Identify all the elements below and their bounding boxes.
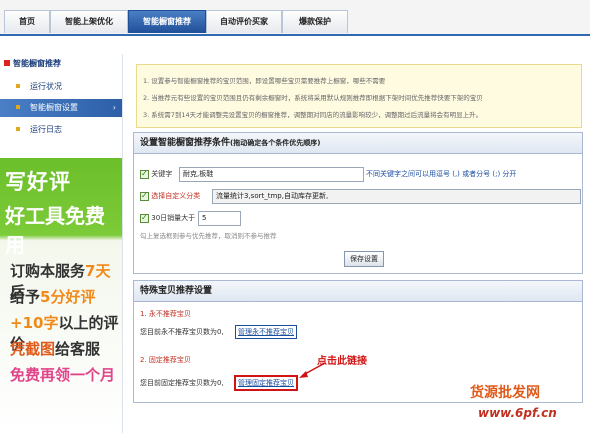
promo-banner[interactable]: 写好评 好工具免费用 订购本服务7天后 给予5分好评 +10字以上的评价 凭截图… <box>0 158 122 433</box>
top-nav: 首页 智能上架优化 智能橱窗推荐 自动评价买家 爆款保护 <box>0 0 590 36</box>
keyword-hint: 不同关键字之间可以用逗号 (,) 或者分号 (;) 分开 <box>366 170 517 178</box>
promo-line: 免费再领一个月 <box>10 366 116 384</box>
sidebar-item-window-settings[interactable]: 智能橱窗设置 › <box>0 99 122 117</box>
tip-line: 1. 设置参与智能橱窗推荐的宝贝范围，即设置哪些宝贝需要推荐上橱窗，哪些不需要 <box>143 77 386 85</box>
promo-line: 凭截图给客服 <box>10 340 101 358</box>
watermark-brand: 货源批发网 <box>470 385 540 401</box>
manage-never-link[interactable]: 管理永不推荐宝贝 <box>235 325 297 339</box>
tab-hot-protect[interactable]: 爆款保护 <box>282 10 348 33</box>
sidebar-title-text: 智能橱窗推荐 <box>13 59 61 68</box>
tab-auto-review[interactable]: 自动评价买家 <box>206 10 282 33</box>
category-input[interactable]: 流量统计3,sort_tmp,自动库存更新, <box>212 189 581 204</box>
save-settings-button[interactable]: 保存设置 <box>344 251 384 267</box>
sales-row: 30日销量大于 <box>140 211 195 225</box>
keyword-checkbox[interactable] <box>140 167 149 181</box>
fixed-title: 2. 固定推荐宝贝 <box>140 356 191 364</box>
special-title: 特殊宝贝推荐设置 <box>134 281 582 302</box>
never-text: 您目前永不推荐宝贝数为0, <box>140 328 224 336</box>
fixed-text: 您目前固定推荐宝贝数为0, <box>140 379 224 387</box>
conditions-title: 设置智能橱窗推荐条件(拖动确定各个条件优先顺序) <box>134 133 582 154</box>
conditions-panel: 设置智能橱窗推荐条件(拖动确定各个条件优先顺序) 关键字 耐克,板鞋 不同关键字… <box>133 132 583 274</box>
sidebar-item-log[interactable]: 运行日志 <box>0 121 122 139</box>
keyword-row: 关键字 <box>140 167 172 181</box>
chevron-right-icon: › <box>112 103 116 112</box>
conditions-note: 勾上复选框则参与优先推荐，取消则不参与推荐 <box>140 232 277 240</box>
bullet-icon <box>16 127 20 131</box>
tab-smart-window[interactable]: 智能橱窗推荐 <box>128 10 206 33</box>
category-checkbox[interactable] <box>140 189 149 203</box>
sales-label: 30日销量大于 <box>151 214 196 222</box>
tab-smart-listing[interactable]: 智能上架优化 <box>50 10 128 33</box>
promo-subheadline: 好工具免费用 <box>5 204 105 257</box>
tip-line: 2. 当推荐元有些设置的宝贝范围且仍有剩余橱窗时，系统将采用默认规则推荐即根据下… <box>143 94 483 102</box>
manage-fixed-link[interactable]: 管理固定推荐宝贝 <box>234 375 298 391</box>
sales-checkbox[interactable] <box>140 211 149 225</box>
tips-box: 1. 设置参与智能橱窗推荐的宝贝范围，即设置哪些宝贝需要推荐上橱窗，哪些不需要 … <box>136 64 582 128</box>
sidebar-item-label: 运行日志 <box>30 125 62 134</box>
keyword-input[interactable]: 耐克,板鞋 <box>179 167 364 182</box>
never-title: 1. 永不推荐宝贝 <box>140 310 191 318</box>
promo-headline: 写好评 <box>5 170 71 194</box>
tab-home[interactable]: 首页 <box>4 10 50 33</box>
keyword-label: 关键字 <box>151 170 173 178</box>
sales-input[interactable]: 5 <box>198 211 241 226</box>
sidebar-title: 智能橱窗推荐 <box>4 58 61 69</box>
bullet-icon <box>16 84 20 88</box>
bullet-icon <box>16 105 20 109</box>
tip-line: 3. 系统需7到14天才能调整完设置宝贝的橱窗推荐，调整期对同店的流量影响较少，… <box>143 111 483 119</box>
callout-text: 点击此链接 <box>317 356 367 367</box>
bullet-icon <box>4 60 10 66</box>
watermark-url: www.6pf.cn <box>478 406 557 420</box>
sidebar-item-status[interactable]: 运行状况 <box>0 78 122 96</box>
promo-line: 给予5分好评 <box>10 288 96 306</box>
category-label: 选择自定义分类 <box>151 192 201 200</box>
sidebar-item-label: 智能橱窗设置 <box>30 103 78 112</box>
sidebar-item-label: 运行状况 <box>30 82 62 91</box>
category-row: 选择自定义分类 <box>140 189 200 203</box>
